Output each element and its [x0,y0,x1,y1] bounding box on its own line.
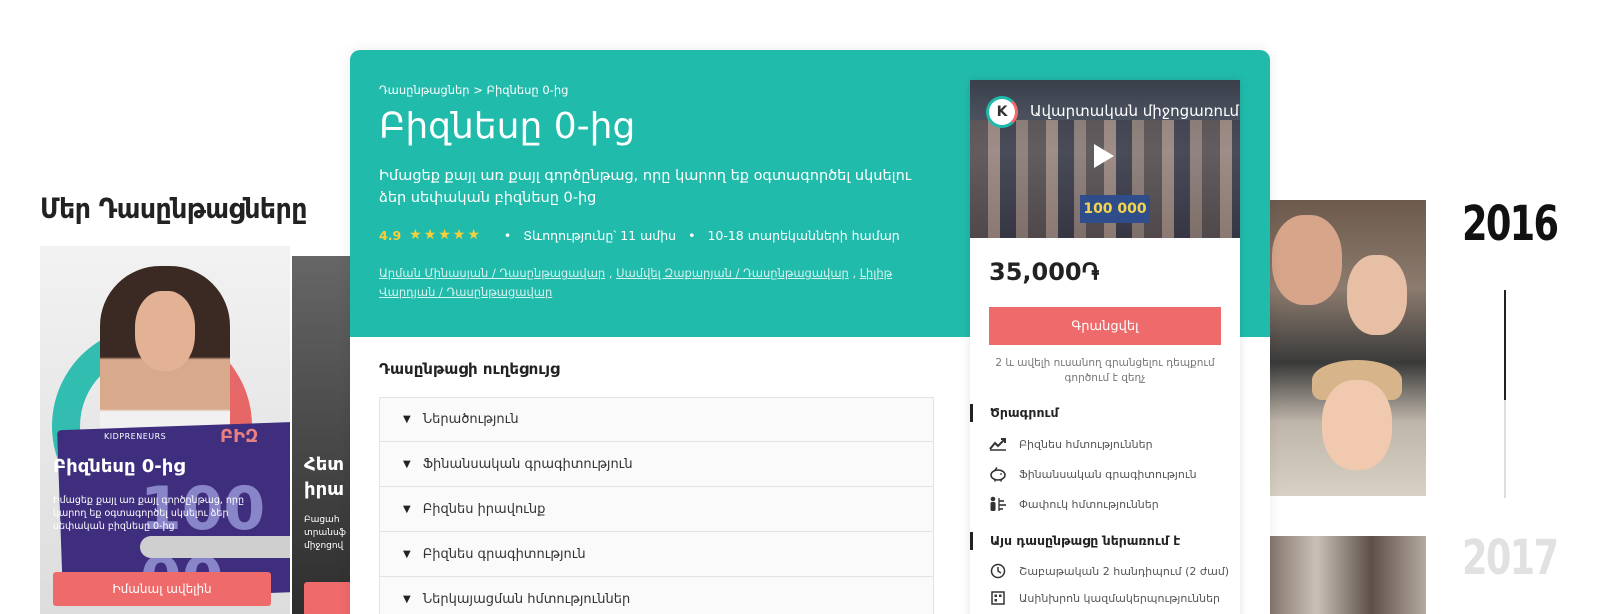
timeline-track [1504,400,1506,498]
includes-item: Ասինխրոն կազմակերպություններ [989,590,1220,606]
breadcrumb-separator: > [473,83,483,97]
separator-dot: • [688,227,696,243]
timeline-progress [1504,290,1506,400]
gallery-photo [1262,200,1426,496]
enroll-card: 100 000 K Ավարտական միջոցառում 35,000֏ Գ… [970,80,1240,614]
program-item-label: Բիզնես հմտություններ [1019,437,1153,451]
chevron-down-icon: ▼ [403,548,411,560]
course-price: 35,000֏ [989,258,1100,286]
course-age: 10-18 տարեկանների համար [707,227,900,243]
course-card[interactable]: KIDPRENEURS ԲԻԶ 100 00 Բիզնեսը 0-ից Իմաց… [40,246,290,614]
video-player[interactable]: 100 000 K Ավարտական միջոցառում [970,80,1240,238]
course-modal: Դասընթացներ > Բիզնեսը 0-ից Բիզնեսը 0-ից … [350,50,1270,614]
trending-up-icon [989,436,1007,452]
instructor-link[interactable]: Սամվել Զաքարյան / Դասընթացավար [616,266,849,280]
course-subtitle: Իմացեք քայլ առ քայլ գործընթաց, որը կարող… [379,168,912,206]
toc-accordion: ▼ Ներածություն ▼ Ֆինանսական գրագիտությու… [379,397,934,614]
toc-item[interactable]: ▼ Բիզնես գրագիտություն [379,532,934,577]
breadcrumb-current: Բիզնեսը 0-ից [486,83,569,97]
includes-item-label: Ասինխրոն կազմակերպություններ [1019,591,1221,605]
toc-item-label: Բիզնես իրավունք [422,501,546,517]
page: Մեր Դասընթացները KIDPRENEURS ԲԻԶ 100 00 … [0,0,1600,614]
course-card-title: Բիզնեսը 0-ից [53,456,185,477]
page-title: Բիզնեսը 0-ից [379,106,636,147]
piggy-bank-icon [989,466,1007,482]
separator-dot: • [503,227,512,243]
grid-icon [989,590,1007,606]
board-text: ԲԻԶ [220,426,259,447]
chevron-down-icon: ▼ [403,593,411,605]
timeline-year[interactable]: 2017 [1462,530,1559,586]
person-chart-icon [989,496,1007,512]
enroll-button[interactable]: Գրանցվել [989,307,1221,345]
star-rating-icon: ★★★★★ [409,227,482,243]
toc-title: Դասընթացի ուղեցույց [379,360,560,378]
photo-face [1347,255,1407,335]
program-item: Բիզնես հմտություններ [989,436,1153,452]
section-title: Մեր Դասընթացները [40,192,307,225]
photo-face [1322,380,1392,470]
timeline-year-active[interactable]: 2016 [1462,196,1559,252]
breadcrumb: Դասընթացներ > Բիզնեսը 0-ից [379,83,568,97]
program-item: Ֆինանսական գրագիտություն [989,466,1197,482]
toc-item[interactable]: ▼ Ներկայացման հմտություններ [379,577,934,614]
toc-item-label: Բիզնես գրագիտություն [422,546,586,562]
program-item: Փափուկ հմտություններ [989,496,1159,512]
clock-icon [989,563,1007,579]
gallery-photo [1262,536,1426,614]
discount-note: 2 և ավելի ուսանող գրանցելու դեպքում գործ… [995,357,1215,384]
chevron-down-icon: ▼ [403,414,411,425]
program-heading: Ծրագրում [970,404,1059,422]
program-item-label: Ֆինանսական գրագիտություն [1019,467,1197,481]
includes-heading: Այս դասընթացը ներառում է [970,532,1180,550]
student-face [135,291,195,371]
photo-face [1272,215,1342,305]
chevron-down-icon: ▼ [403,458,411,470]
includes-item: Շաբաթական 2 հանդիպում (2 ժամ) [989,563,1229,579]
course-card-desc: Իմացեք քայլ առ քայլ գործընթաց, որը կարող… [53,495,244,532]
channel-logo-icon: K [986,96,1018,128]
video-sign: 100 000 [1080,195,1150,223]
includes-item-label: Շաբաթական 2 հանդիպում (2 ժամ) [1019,564,1230,578]
course-card-title: Հետ իրա [304,454,345,500]
board-logo: KIDPRENEURS [104,432,167,441]
video-title: Ավարտական միջոցառում [1030,102,1240,120]
play-icon[interactable] [1094,144,1114,168]
instructor-link[interactable]: Արման Մինասյան / Դասընթացավար [379,266,605,280]
board-bar [140,536,290,558]
learn-more-button[interactable]: Իմանալ ավելին [53,572,271,606]
toc-item-label: Ներկայացման հմտություններ [422,591,631,607]
toc-item[interactable]: ▼ Ֆինանսական գրագիտություն [379,442,934,487]
toc-item-label: Ֆինանսական գրագիտություն [422,456,633,472]
rating-value: 4.9 [379,227,402,243]
toc-item[interactable]: ▼ Բիզնես իրավունք [379,487,934,532]
toc-item[interactable]: ▼ Ներածություն [379,397,934,442]
instructor-list: Արման Մինասյան / Դասընթացավար , Սամվել Զ… [379,266,893,299]
chevron-down-icon: ▼ [403,503,411,515]
course-duration: Տևողությունը՝ 11 ամիս [523,227,677,243]
toc-item-label: Ներածություն [422,412,519,427]
course-meta: 4.9 ★★★★★ • Տևողությունը՝ 11 ամիս • 10-1… [379,227,900,243]
breadcrumb-root[interactable]: Դասընթացներ [379,83,470,97]
program-item-label: Փափուկ հմտություններ [1019,497,1159,511]
